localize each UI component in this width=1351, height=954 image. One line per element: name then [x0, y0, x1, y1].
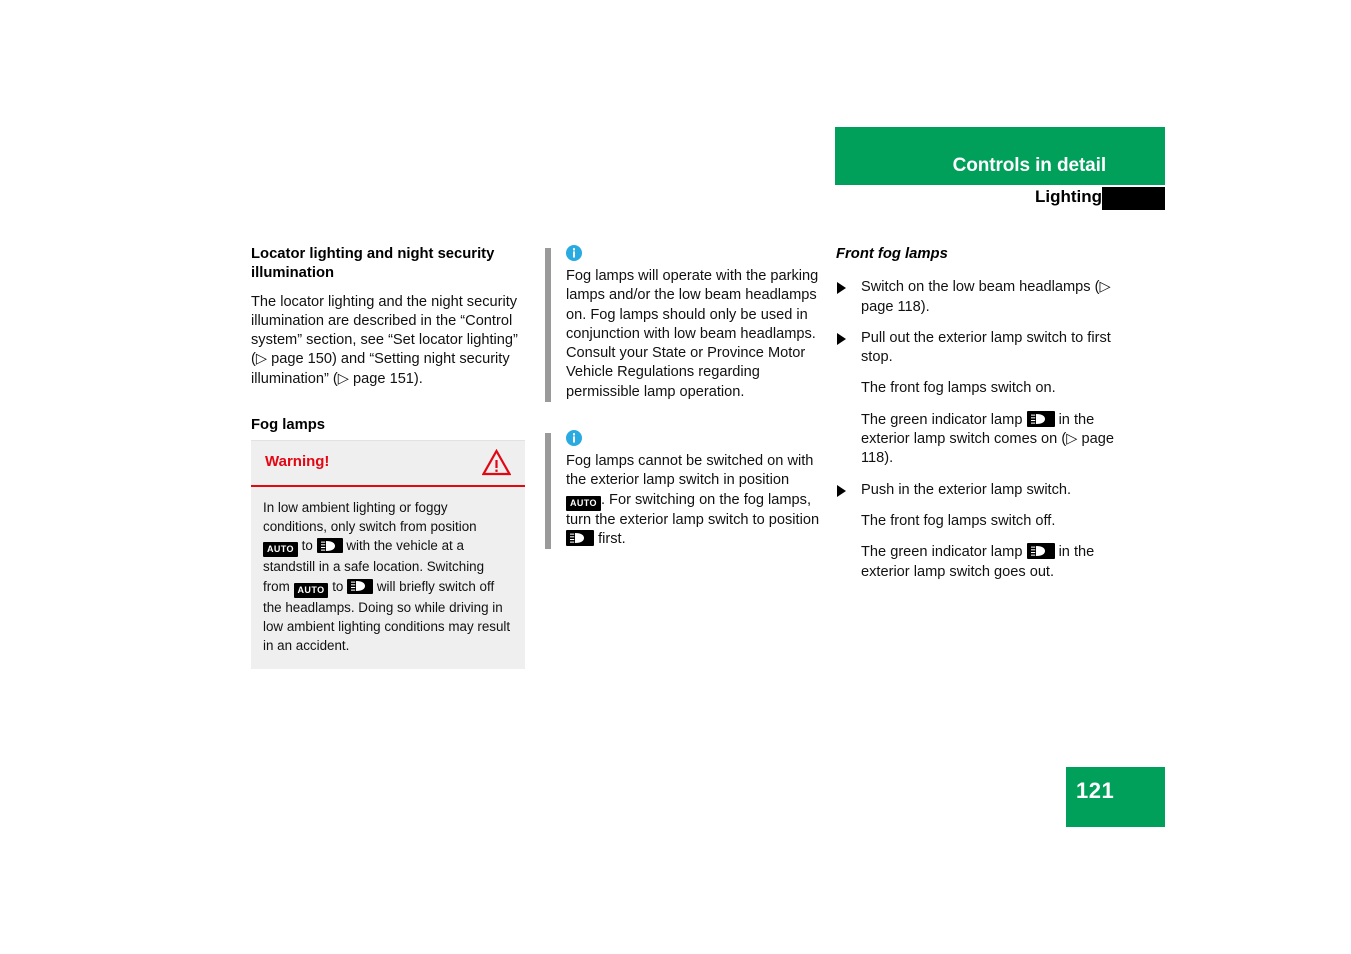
warning-triangle-icon: [481, 448, 512, 476]
section-subtitle: Lighting: [1034, 187, 1102, 206]
page-title: Controls in detail: [952, 155, 1106, 176]
result-text-1: The front fog lamps switch on.: [861, 380, 1056, 397]
low-beam-headlamp-icon-3: [566, 529, 594, 546]
locator-lighting-paragraph: The locator lighting and the night secur…: [251, 293, 518, 387]
page-number: 121: [1076, 778, 1115, 803]
middle-column: Fog lamps will operate with the parking …: [540, 245, 820, 550]
fog-lamps-heading: Fog lamps: [251, 417, 325, 434]
step-item-1: Switch on the low beam headlamps (▷ page…: [836, 278, 1136, 317]
low-beam-headlamp-icon: [316, 538, 343, 554]
indicator-on-text: The green indicator lamp in the exterior…: [836, 410, 1136, 469]
note-accent-bar: [545, 248, 551, 403]
info-note-2-text-3: first.: [598, 530, 626, 547]
info-icon: [566, 245, 582, 261]
note-accent-bar-2: [545, 433, 551, 550]
info-icon-2: [566, 430, 582, 447]
auto-badge: AUTO: [263, 542, 298, 558]
front-fog-lamps-heading: Front fog lamps: [836, 246, 948, 262]
info-note-1: Fog lamps will operate with the parking …: [540, 245, 820, 403]
bullet-triangle-icon-2: [837, 332, 846, 345]
warning-text-1: In low ambient lighting or foggy conditi…: [263, 500, 477, 535]
step-item-3: Push in the exterior lamp switch.: [836, 481, 1136, 500]
step-item-2: Pull out the exterior lamp switch to fir…: [836, 329, 1136, 368]
warning-header: Warning!: [251, 441, 525, 487]
low-beam-headlamp-icon-2: [347, 578, 374, 594]
warning-body: In low ambient lighting or foggy conditi…: [251, 487, 525, 669]
info-note-2-text: Fog lamps cannot be switched on with the…: [566, 452, 820, 549]
bullet-triangle-icon-3: [837, 484, 846, 497]
info-note-1-text: Fog lamps will operate with the parking …: [566, 268, 819, 400]
left-column: Locator lighting and night security illu…: [251, 245, 525, 444]
step-item-2-text: Pull out the exterior lamp switch to fir…: [861, 329, 1111, 366]
warning-text-2: to: [301, 538, 313, 554]
info-note-2-text-1: Fog lamps cannot be switched on with the…: [566, 453, 814, 489]
bullet-triangle-icon: [837, 282, 846, 295]
header-subtitle-row: Lighting: [835, 187, 1165, 211]
result-text-2: The front fog lamps switch off.: [861, 512, 1056, 529]
warning-box: Warning! In low ambient lighting or fogg…: [251, 440, 525, 670]
step-item-1-text: Switch on the low beam headlamps (▷ page…: [861, 279, 1111, 315]
fog-lamp-indicator-icon: [1026, 410, 1055, 427]
info-note-2: Fog lamps cannot be switched on with the…: [540, 430, 820, 550]
warning-text-4: to: [332, 578, 344, 594]
info-note-2-text-2: . For switching on the fog lamps, turn t…: [566, 491, 820, 528]
locator-lighting-heading: Locator lighting and night security illu…: [251, 246, 495, 282]
step-item-3-text: Push in the exterior lamp switch.: [861, 481, 1072, 498]
front-fog-lamps-steps-2: Push in the exterior lamp switch.: [836, 481, 1136, 500]
right-column: Front fog lamps Switch on the low beam h…: [836, 245, 1136, 594]
indicator-off-text: The green indicator lamp in the exterior…: [836, 543, 1136, 582]
chapter-tab-marker: [1102, 187, 1165, 210]
page-number-box: 121: [1066, 767, 1165, 827]
warning-title: Warning!: [265, 453, 330, 470]
indicator-off-text-1: The green indicator lamp: [861, 544, 1023, 561]
fog-lamp-indicator-icon-2: [1026, 543, 1055, 560]
header-green-banner: Controls in detail: [835, 127, 1165, 185]
front-fog-lamps-steps: Switch on the low beam headlamps (▷ page…: [836, 278, 1136, 367]
auto-badge-2: AUTO: [293, 582, 329, 598]
auto-badge-3: AUTO: [566, 495, 601, 511]
indicator-on-text-1: The green indicator lamp: [861, 411, 1023, 428]
